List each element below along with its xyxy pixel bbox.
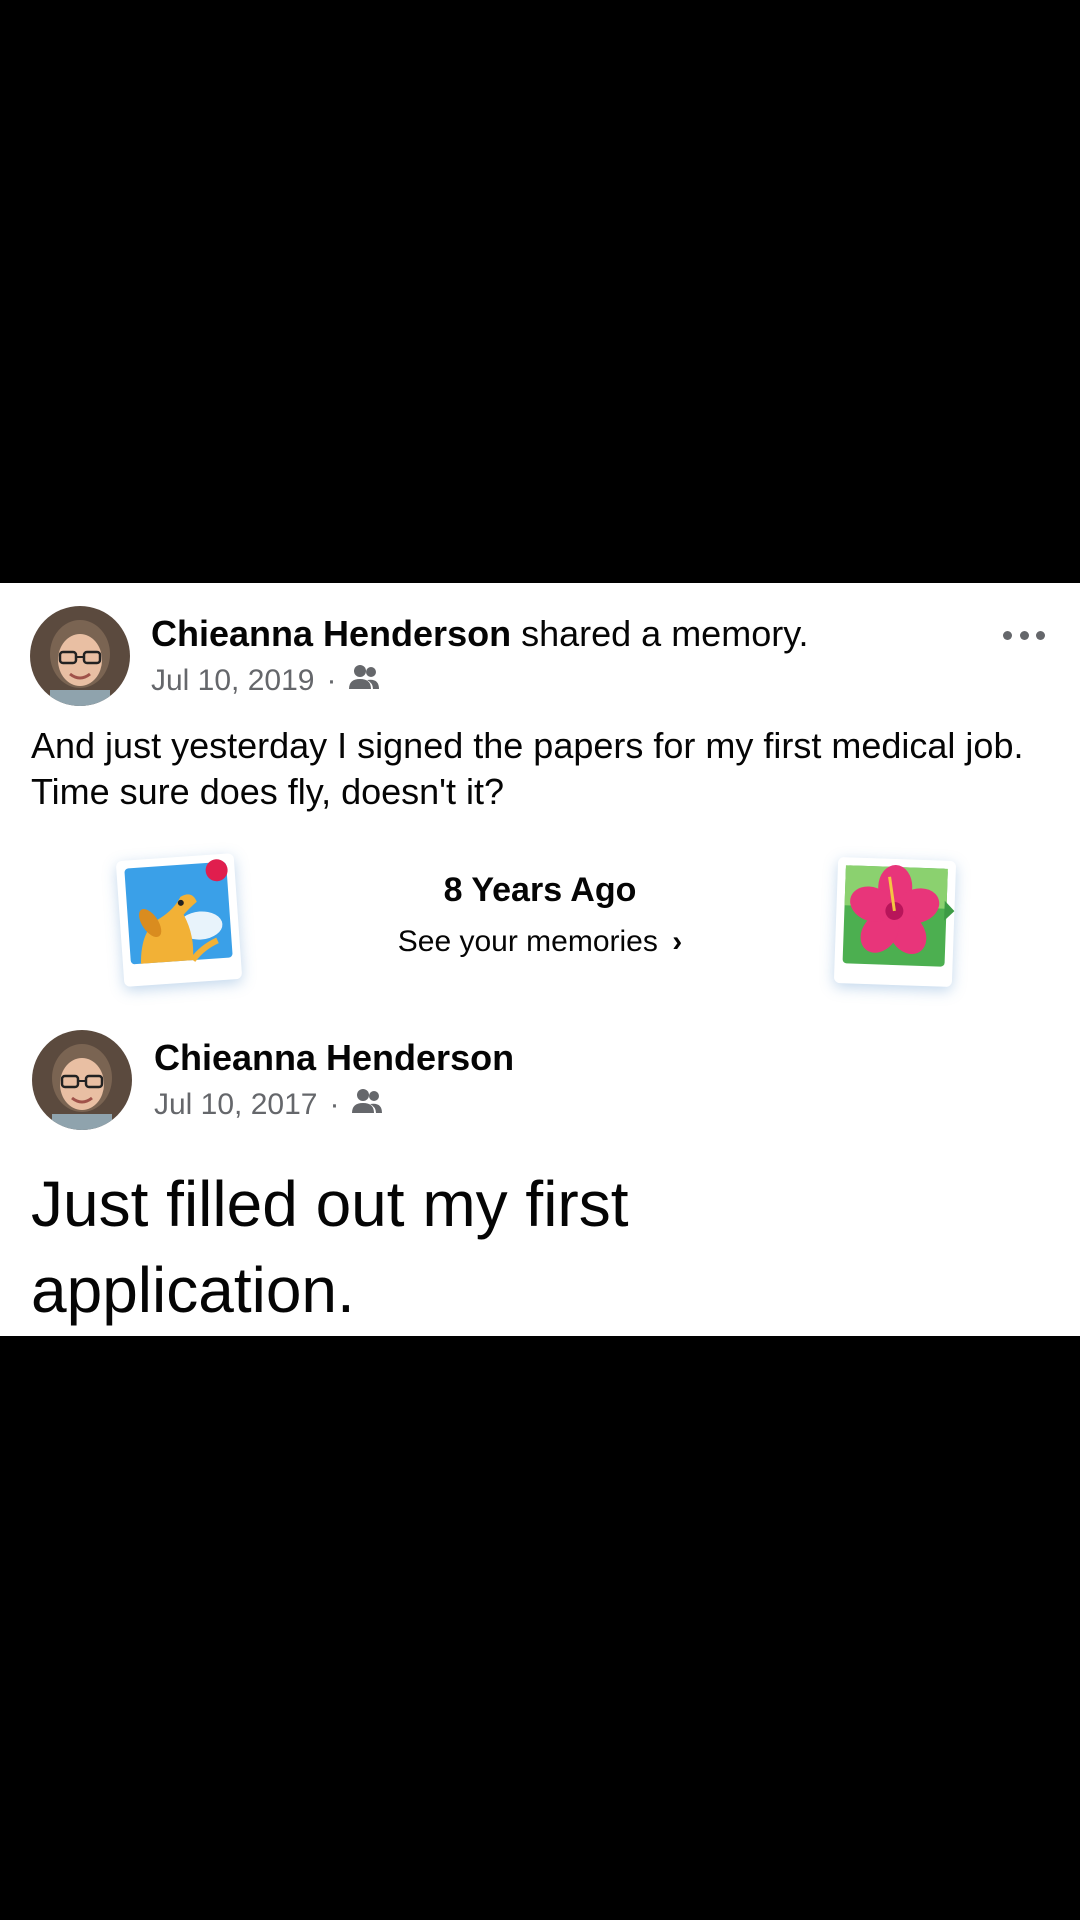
post-action: shared a memory. [521, 613, 809, 654]
post-header-text: Chieanna Henderson shared a memory. [151, 613, 809, 655]
screen: Chieanna Henderson shared a memory. Jul … [0, 0, 1080, 1920]
friends-icon[interactable] [351, 1087, 383, 1123]
shared-post-meta: Jul 10, 2017 · [154, 1087, 383, 1123]
post-date[interactable]: Jul 10, 2019 [151, 664, 314, 698]
memories-banner[interactable]: 8 Years Ago See your memories › [0, 845, 1080, 995]
more-options-icon[interactable] [1003, 625, 1045, 645]
memory-post-card: Chieanna Henderson shared a memory. Jul … [0, 583, 1080, 1336]
meta-separator: · [326, 664, 337, 697]
post-text: And just yesterday I signed the papers f… [31, 725, 1024, 812]
chevron-right-icon: › [672, 925, 683, 958]
author-name[interactable]: Chieanna Henderson [151, 613, 511, 654]
shared-author-name[interactable]: Chieanna Henderson [154, 1037, 514, 1078]
see-memories-label: See your memories [397, 925, 658, 958]
post-meta: Jul 10, 2019 · [151, 663, 380, 699]
friends-icon[interactable] [348, 663, 380, 699]
shared-post-header: Chieanna Henderson [154, 1037, 514, 1079]
meta-separator: · [329, 1088, 340, 1121]
flower-polaroid-icon [833, 856, 957, 988]
shared-post-text: Just filled out my first application. [31, 1168, 629, 1326]
author-avatar[interactable] [30, 606, 130, 706]
shared-author-avatar[interactable] [32, 1030, 132, 1130]
shared-post-date[interactable]: Jul 10, 2017 [154, 1088, 317, 1122]
